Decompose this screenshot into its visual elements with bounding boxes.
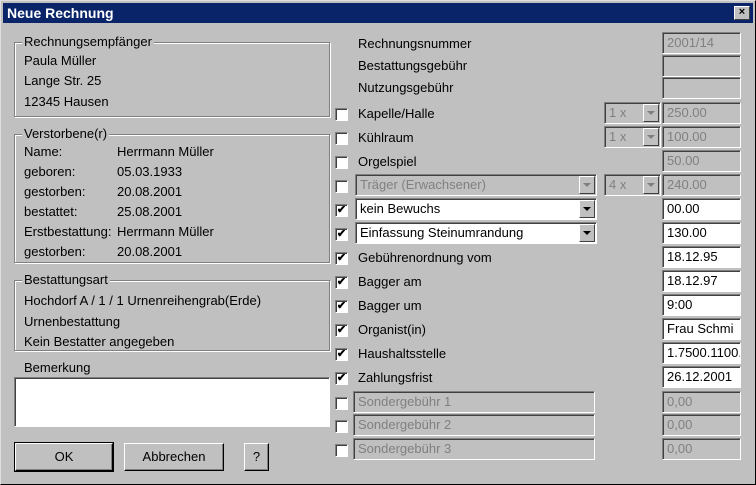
deceased-value: Herrmann Müller (117, 224, 214, 239)
bewuchs-select[interactable]: kein Bewuchs (355, 198, 597, 220)
remark-textarea[interactable] (14, 377, 330, 427)
recipient-city: 12345 Hausen (24, 94, 109, 109)
deceased-value: 20.08.2001 (117, 184, 183, 199)
usage-fee-label: Nutzungsgebühr (358, 80, 454, 95)
frist-label: Zahlungsfrist (358, 370, 433, 385)
sonder2-name-field[interactable]: Sondergebühr 2 (353, 414, 595, 436)
kapelle-qty-select[interactable]: 1 x (604, 102, 661, 124)
traeger-select-value: Träger (Erwachsener) (360, 177, 486, 192)
deceased-value: 25.08.2001 (117, 204, 183, 219)
deceased-label: gestorben: (24, 244, 86, 259)
kapelle-qty-value: 1 x (609, 105, 627, 120)
chevron-down-icon[interactable] (643, 128, 659, 146)
burial-fee-field[interactable] (662, 55, 741, 77)
sonder1-name-field[interactable]: Sondergebühr 1 (353, 391, 595, 413)
burial-undertaker: Kein Bestatter angegeben (24, 334, 175, 349)
window-title: Neue Rechnung (7, 5, 114, 21)
chevron-down-icon[interactable] (643, 104, 659, 122)
orgelspiel-label: Orgelspiel (358, 154, 417, 169)
haushalt-label: Haushaltsstelle (358, 346, 447, 361)
dialog-window: Neue Rechnung × Rechnungsempfänger Paula… (0, 0, 756, 485)
traeger-qty-value: 4 x (609, 177, 627, 192)
deceased-label: bestattet: (24, 204, 78, 219)
bagger-um-field[interactable]: 9:00 (662, 294, 741, 316)
gebuehren-label: Gebührenordnung vom (358, 250, 492, 265)
kapelle-checkbox[interactable] (335, 108, 348, 121)
frist-checkbox[interactable]: ✔ (335, 372, 348, 385)
chevron-down-icon[interactable] (579, 224, 595, 242)
einfassung-select[interactable]: Einfassung Steinumrandung (355, 222, 597, 244)
recipient-legend: Rechnungsempfänger (22, 34, 154, 50)
gebuehren-checkbox[interactable]: ✔ (335, 252, 348, 265)
bewuchs-select-value: kein Bewuchs (360, 201, 441, 216)
bewuchs-checkbox[interactable]: ✔ (335, 204, 348, 217)
kapelle-label: Kapelle/Halle (358, 106, 435, 121)
sonder2-amount-field[interactable]: 0,00 (662, 414, 741, 436)
bagger-um-label: Bagger um (358, 298, 422, 313)
sonder2-checkbox[interactable] (335, 420, 348, 433)
sonder3-name-field[interactable]: Sondergebühr 3 (353, 438, 595, 460)
recipient-name: Paula Müller (24, 53, 97, 68)
einfassung-checkbox[interactable]: ✔ (335, 228, 348, 241)
deceased-label: Name: (24, 144, 63, 159)
usage-fee-field[interactable] (662, 77, 741, 99)
kuehlraum-label: Kühlraum (358, 130, 414, 145)
invoice-number-field[interactable]: 2001/14 (662, 32, 741, 54)
title-bar: Neue Rechnung × (3, 3, 753, 23)
deceased-value: 05.03.1933 (117, 164, 183, 179)
sonder3-amount-field[interactable]: 0,00 (662, 438, 741, 460)
traeger-amount-field[interactable]: 240.00 (662, 174, 741, 196)
sonder1-amount-field[interactable]: 0,00 (662, 391, 741, 413)
close-icon[interactable]: × (734, 6, 750, 20)
deceased-label: Erstbestattung: (24, 224, 112, 239)
kapelle-amount-field[interactable]: 250.00 (662, 102, 741, 124)
deceased-value: Herrmann Müller (117, 144, 214, 159)
kuehlraum-qty-select[interactable]: 1 x (604, 126, 661, 148)
organist-label: Organist(in) (358, 322, 426, 337)
haushalt-field[interactable]: 1.7500.1100. (662, 342, 741, 364)
frist-field[interactable]: 26.12.2001 (662, 366, 741, 388)
burial-fee-label: Bestattungsgebühr (358, 58, 468, 73)
deceased-label: geboren: (24, 164, 76, 179)
traeger-checkbox[interactable] (335, 180, 348, 193)
deceased-label: gestorben: (24, 184, 86, 199)
orgelspiel-checkbox[interactable] (335, 156, 348, 169)
deceased-legend: Verstorbene(r) (22, 126, 110, 142)
invoice-number-label: Rechnungsnummer (358, 36, 472, 51)
gebuehren-date-field[interactable]: 18.12.95 (662, 246, 741, 268)
burial-location: Hochdorf A / 1 / 1 Urnenreihengrab(Erde) (24, 293, 262, 308)
bagger-um-checkbox[interactable]: ✔ (335, 300, 348, 313)
chevron-down-icon[interactable] (579, 176, 595, 194)
burial-type: Urnenbestattung (24, 314, 121, 329)
bagger-am-checkbox[interactable]: ✔ (335, 276, 348, 289)
orgelspiel-amount-field[interactable]: 50.00 (662, 150, 741, 172)
kuehlraum-amount-field[interactable]: 100.00 (662, 126, 741, 148)
help-button[interactable]: ? (244, 443, 269, 471)
chevron-down-icon[interactable] (643, 176, 659, 194)
sonder3-checkbox[interactable] (335, 444, 348, 457)
kuehlraum-checkbox[interactable] (335, 132, 348, 145)
kuehlraum-qty-value: 1 x (609, 129, 627, 144)
organist-checkbox[interactable]: ✔ (335, 324, 348, 337)
cancel-button[interactable]: Abbrechen (124, 443, 224, 471)
haushalt-checkbox[interactable]: ✔ (335, 348, 348, 361)
bagger-am-field[interactable]: 18.12.97 (662, 270, 741, 292)
recipient-street: Lange Str. 25 (24, 73, 102, 88)
bagger-am-label: Bagger am (358, 274, 422, 289)
bewuchs-amount-field[interactable]: 00.00 (662, 198, 741, 220)
deceased-value: 20.08.2001 (117, 244, 183, 259)
traeger-qty-select[interactable]: 4 x (604, 174, 661, 196)
burial-legend: Bestattungsart (22, 272, 110, 288)
einfassung-select-value: Einfassung Steinumrandung (360, 225, 524, 240)
ok-button[interactable]: OK (14, 442, 114, 472)
remark-label: Bemerkung (24, 360, 91, 375)
traeger-select[interactable]: Träger (Erwachsener) (355, 174, 597, 196)
organist-field[interactable]: Frau Schmi (662, 318, 741, 340)
chevron-down-icon[interactable] (579, 200, 595, 218)
sonder1-checkbox[interactable] (335, 397, 348, 410)
einfassung-amount-field[interactable]: 130.00 (662, 222, 741, 244)
